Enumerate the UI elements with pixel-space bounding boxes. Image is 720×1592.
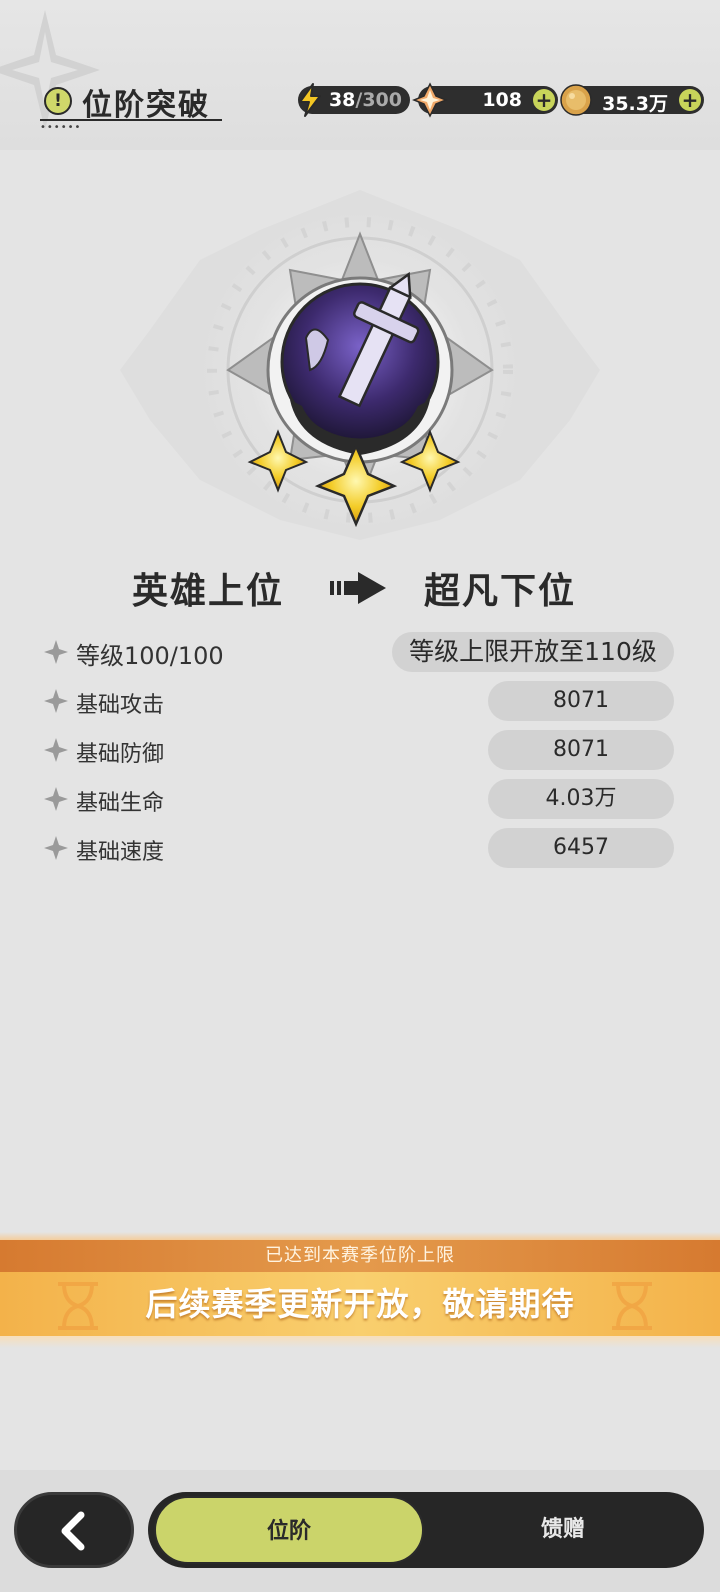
stat-value: 8071 (488, 730, 674, 770)
page: ! 位阶突破 •••••• 38/300 108 + 35.3万 + 英雄上位 … (0, 0, 720, 1592)
tab-rank[interactable]: 位阶 (154, 1496, 424, 1564)
rank-next: 超凡下位 (424, 571, 577, 612)
stat-label: 基础生命 (76, 791, 165, 816)
stat-row-health: 基础生命 4.03万 (0, 779, 720, 819)
arrow-right-icon (330, 572, 386, 604)
stat-value: 6457 (488, 828, 674, 868)
stat-value: 等级上限开放至110级 (392, 632, 674, 672)
rank-current: 英雄上位 (132, 571, 285, 612)
banner-glow-top (0, 1232, 720, 1240)
gem-counter[interactable]: 108 + (412, 82, 558, 118)
chevron-left-icon (61, 1511, 85, 1551)
sparkle-icon (44, 787, 68, 811)
stat-label: 基础防御 (76, 742, 165, 767)
title-dots: •••••• (40, 122, 82, 133)
gem-add-button[interactable]: + (533, 89, 555, 111)
stat-row-level: 等级100/100 等级上限开放至110级 (0, 632, 720, 672)
title-underline (40, 119, 222, 121)
energy-counter[interactable]: 38/300 (298, 83, 410, 117)
coin-value: 35.3万 (602, 93, 668, 115)
hourglass-icon (58, 1282, 98, 1330)
gem-value: 108 (482, 89, 522, 111)
stat-row-defense: 基础防御 8071 (0, 730, 720, 770)
stat-row-attack: 基础攻击 8071 (0, 681, 720, 721)
header: ! 位阶突破 •••••• 38/300 108 + 35.3万 + (0, 0, 720, 150)
banner-glow-bottom (0, 1336, 720, 1348)
rank-emblem (120, 190, 600, 540)
page-title-group: ! 位阶突破 •••••• (40, 78, 222, 133)
energy-current: 38 (328, 89, 356, 111)
lightning-icon (299, 83, 321, 117)
stat-value: 4.03万 (488, 779, 674, 819)
diamond-gem-icon (412, 82, 448, 118)
tab-bar: 位阶 馈赠 (148, 1492, 704, 1568)
stat-label: 等级100/100 (76, 642, 224, 670)
tab-gift[interactable]: 馈赠 (428, 1496, 698, 1564)
sparkle-icon (44, 689, 68, 713)
sparkle-icon (44, 738, 68, 762)
energy-max: /300 (355, 89, 402, 111)
season-limit-banner: 已达到本赛季位阶上限 后续赛季更新开放，敬请期待 (0, 1232, 720, 1350)
page-title: 位阶突破 (82, 88, 210, 123)
sparkle-icon (44, 640, 68, 664)
stat-value: 8071 (488, 681, 674, 721)
bottom-bar: 位阶 馈赠 (0, 1470, 720, 1592)
stat-label: 基础攻击 (76, 693, 165, 718)
coin-counter[interactable]: 35.3万 + (560, 84, 704, 116)
info-exclamation-icon[interactable]: ! (44, 87, 72, 115)
gold-coin-icon (560, 84, 592, 116)
coin-add-button[interactable]: + (679, 89, 701, 111)
stat-row-speed: 基础速度 6457 (0, 828, 720, 868)
energy-value: 38/300 (329, 89, 402, 111)
hourglass-icon (612, 1282, 652, 1330)
back-button[interactable] (14, 1492, 134, 1568)
sparkle-icon (44, 836, 68, 860)
banner-subtitle: 已达到本赛季位阶上限 (0, 1240, 720, 1272)
stat-label: 基础速度 (76, 840, 165, 865)
